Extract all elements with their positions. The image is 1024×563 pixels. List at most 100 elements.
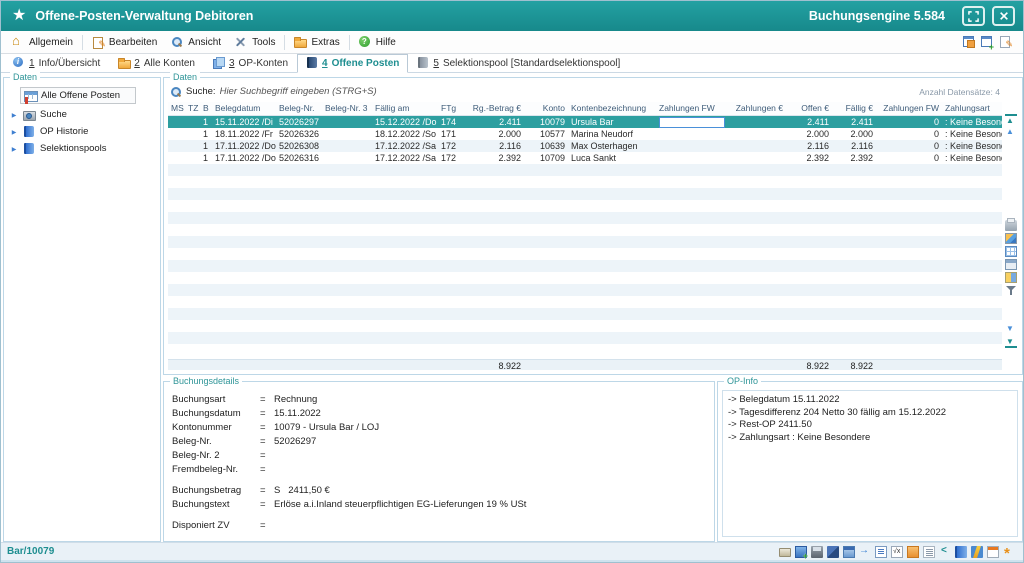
cell-zahlungen_fw — [656, 140, 730, 152]
expander-icon[interactable] — [10, 109, 18, 120]
column-header-offen[interactable]: Offen € — [786, 102, 832, 115]
column-header-ms[interactable]: MS — [168, 102, 185, 115]
panel-icon[interactable] — [843, 546, 855, 558]
search-label: Suche: — [186, 86, 216, 97]
image-icon[interactable] — [1005, 233, 1017, 244]
scroll-up-icon[interactable] — [1005, 127, 1017, 138]
scroll-top-group — [1005, 112, 1017, 140]
collapse-bottom-icon[interactable] — [1005, 337, 1017, 348]
calendar-icon[interactable] — [987, 546, 999, 558]
win-cascade-icon[interactable] — [963, 36, 975, 48]
folder2-icon — [118, 57, 130, 69]
column-header-f-llig-am[interactable]: Fällig am — [372, 102, 438, 115]
table-row[interactable]: 115.11.2022 /Di5202629715.12.2022 /Do174… — [168, 115, 1002, 128]
field-label: Buchungstext — [172, 499, 260, 510]
column-header-belegdatum[interactable]: Belegdatum — [212, 102, 276, 115]
grid-orange-icon[interactable] — [907, 546, 919, 558]
cell-tz — [185, 152, 200, 164]
empty-cell — [168, 236, 1002, 248]
field-label: Kontonummer — [172, 422, 260, 433]
list-icon[interactable] — [923, 546, 935, 558]
expander-icon[interactable] — [10, 143, 18, 154]
column-header-beleg-nr[interactable]: Beleg-Nr. — [276, 102, 322, 115]
tab-offene-posten[interactable]: 4Offene Posten — [297, 54, 408, 73]
filter-icon[interactable] — [1005, 285, 1017, 296]
zahlungen-fw-input[interactable] — [659, 117, 725, 128]
save-icon[interactable] — [811, 546, 823, 558]
column-header-f-llig[interactable]: Fällig € — [832, 102, 876, 115]
cell-konto: 10709 — [524, 152, 568, 164]
table-row[interactable]: 118.11.2022 /Fr5202632618.12.2022 /So171… — [168, 128, 1002, 140]
column-header-ftg[interactable]: FTg — [438, 102, 468, 115]
column-header-kontenbezeichnung[interactable]: Kontenbezeichnung — [568, 102, 656, 115]
spacer — [164, 511, 714, 518]
menu-item-extras[interactable]: Extras — [287, 34, 346, 50]
grid-blue-icon[interactable] — [1005, 246, 1017, 257]
menu-item-tools[interactable]: Tools — [228, 34, 282, 50]
menu-item-ansicht[interactable]: Ansicht — [164, 34, 228, 50]
puzzle-icon[interactable] — [827, 546, 839, 558]
formula-icon[interactable] — [891, 546, 903, 558]
collapse-top-icon[interactable] — [1005, 114, 1017, 125]
cell-beleg_nr3 — [322, 115, 372, 128]
field-value: 10079 - Ursula Bar / LOJ — [274, 422, 379, 433]
note-edit-icon[interactable] — [999, 36, 1011, 48]
menu-separator — [349, 35, 350, 50]
empty-row — [168, 164, 1002, 176]
tab-info-bersicht[interactable]: 1Info/Übersicht — [4, 54, 109, 73]
sidebar-item-selektionspools[interactable]: Selektionspools — [4, 140, 160, 157]
doc-add-icon[interactable] — [795, 546, 807, 558]
column-header-zahlungsart[interactable]: Zahlungsart — [942, 102, 1002, 115]
total-faellig_am — [372, 360, 438, 370]
panel-yellow-icon[interactable] — [1005, 272, 1017, 283]
sidebar-item-op-historie[interactable]: OP Historie — [4, 123, 160, 140]
scroll-down-icon[interactable] — [1005, 324, 1017, 335]
cell-faellig: 2.000 — [832, 128, 876, 140]
cell-b: 1 — [200, 115, 212, 128]
close-button[interactable] — [992, 6, 1015, 26]
table-small-icon[interactable] — [1005, 259, 1017, 270]
home-icon — [12, 36, 24, 48]
sidebar-item-alle-offene-posten[interactable]: Alle Offene Posten — [20, 87, 136, 104]
column-header-zahlungen[interactable]: Zahlungen € — [730, 102, 786, 115]
book-icon[interactable] — [955, 546, 967, 558]
menu-item-allgemein[interactable]: Allgemein — [5, 34, 80, 50]
search-input[interactable] — [220, 86, 916, 97]
print-icon[interactable] — [1005, 220, 1017, 231]
column-header-zahlungen-fw[interactable]: Zahlungen FW — [656, 102, 730, 115]
statusbar: Bar/10079 — [1, 542, 1023, 562]
total-ms — [168, 360, 185, 370]
column-header-konto[interactable]: Konto — [524, 102, 568, 115]
tools-icon — [235, 36, 247, 48]
share-icon[interactable] — [939, 546, 951, 558]
doc-blue-icon[interactable] — [875, 546, 887, 558]
sidebar-item-suche[interactable]: Suche — [4, 106, 160, 123]
total-b — [200, 360, 212, 370]
column-header-rg-betrag[interactable]: Rg.-Betrag € — [468, 102, 524, 115]
win-new-icon[interactable] — [981, 36, 993, 48]
tab-alle-konten[interactable]: 2Alle Konten — [109, 54, 204, 73]
maximize-button[interactable] — [962, 6, 985, 26]
cell-beleg_nr: 52026308 — [276, 140, 322, 152]
menu-item-bearbeiten[interactable]: Bearbeiten — [85, 34, 164, 50]
tabbar: 1Info/Übersicht2Alle Konten3OP-Konten4Of… — [1, 54, 1023, 73]
flash-icon[interactable] — [971, 546, 983, 558]
field-value: Erlöse a.i.Inland steuerpflichtigen EG-L… — [274, 499, 526, 510]
table-row[interactable]: 117.11.2022 /Do5202631617.12.2022 /Sa172… — [168, 152, 1002, 164]
tab-op-konten[interactable]: 3OP-Konten — [204, 54, 297, 73]
column-header-b[interactable]: B — [200, 102, 212, 115]
folder-icon[interactable] — [779, 548, 791, 557]
tab-label: Alle Konten — [144, 58, 195, 69]
table-row[interactable]: 117.11.2022 /Do5202630817.12.2022 /Sa172… — [168, 140, 1002, 152]
menu-item-label: Hilfe — [376, 37, 396, 48]
cell-ftg: 174 — [438, 115, 468, 128]
expander-icon[interactable] — [10, 126, 18, 137]
tab-selektionspool-standardselektionspool[interactable]: 5Selektionspool [Standardselektionspool] — [408, 54, 629, 73]
forward-icon[interactable] — [859, 546, 871, 558]
menu-item-hilfe[interactable]: Hilfe — [352, 34, 403, 50]
column-header-beleg-nr-3[interactable]: Beleg-Nr. 3 — [322, 102, 372, 115]
gear-orange-icon[interactable] — [1003, 546, 1015, 558]
cell-zahlungen_fw — [656, 128, 730, 140]
column-header-zahlungen-fw[interactable]: Zahlungen FW — [876, 102, 942, 115]
column-header-tz[interactable]: TZ — [185, 102, 200, 115]
